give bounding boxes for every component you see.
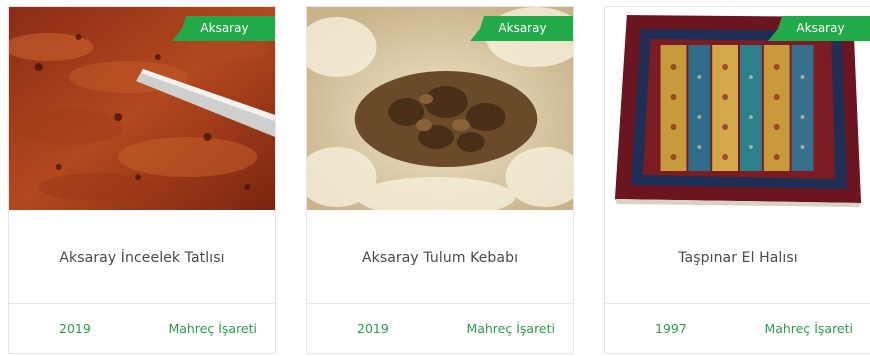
product-card[interactable]: Aksaray Aksaray Tulum Kebabı 2019 Mahreç…: [306, 6, 574, 354]
registration-year: 2019: [357, 321, 389, 336]
product-card[interactable]: Aksaray Aksaray İnceelek Tatlısı 2019 Ma…: [8, 6, 276, 354]
product-title[interactable]: Aksaray Tulum Kebabı: [307, 210, 573, 306]
indication-type-link[interactable]: Mahreç İşareti: [466, 321, 555, 336]
location-badge[interactable]: Aksaray: [768, 16, 870, 41]
product-image[interactable]: Aksaray: [9, 7, 275, 210]
registration-year: 2019: [59, 321, 91, 336]
location-badge[interactable]: Aksaray: [470, 16, 573, 41]
card-footer: 2019 Mahreç İşareti: [307, 303, 573, 353]
product-card[interactable]: Aksaray Taşpınar El Halısı 1997 Mahreç İ…: [604, 6, 870, 354]
indication-type-link[interactable]: Mahreç İşareti: [168, 321, 257, 336]
indication-type-link[interactable]: Mahreç İşareti: [764, 321, 853, 336]
card-footer: 2019 Mahreç İşareti: [9, 303, 275, 353]
product-title[interactable]: Aksaray İnceelek Tatlısı: [9, 210, 275, 306]
card-footer: 1997 Mahreç İşareti: [605, 303, 870, 353]
product-title[interactable]: Taşpınar El Halısı: [605, 210, 870, 306]
location-badge[interactable]: Aksaray: [172, 16, 275, 41]
product-image[interactable]: Aksaray: [307, 7, 573, 210]
product-grid: Aksaray Aksaray İnceelek Tatlısı 2019 Ma…: [0, 0, 870, 356]
registration-year: 1997: [655, 321, 687, 336]
product-image[interactable]: Aksaray: [605, 7, 870, 210]
